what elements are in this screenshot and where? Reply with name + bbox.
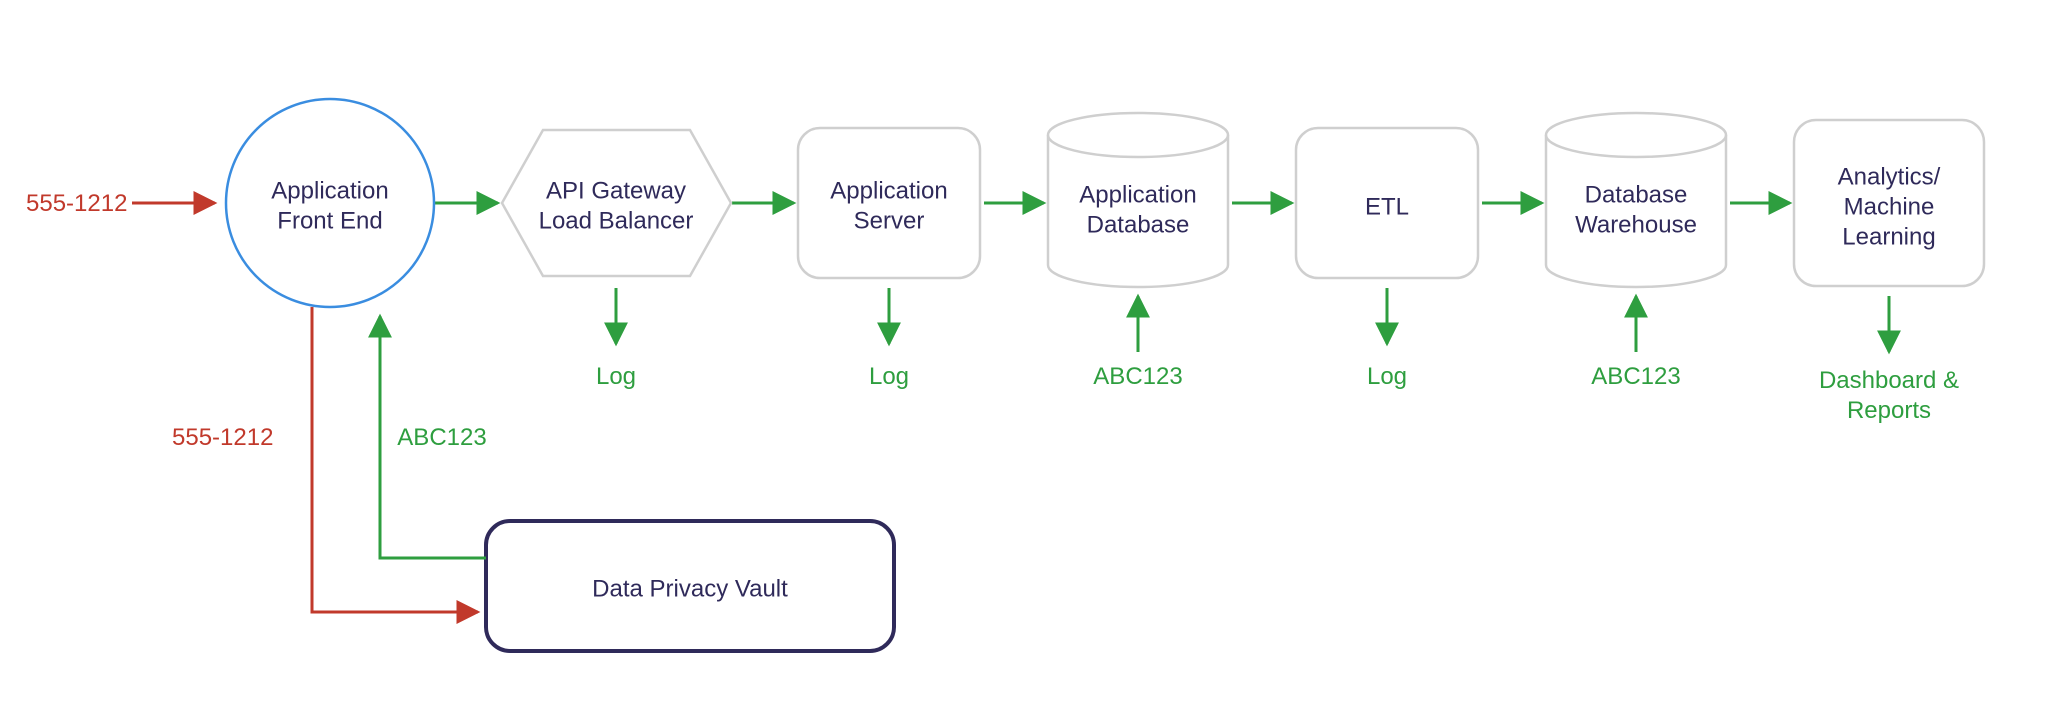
- label-vault-phone: 555-1212: [172, 424, 273, 451]
- node-gateway-label-2: Load Balancer: [539, 207, 694, 234]
- node-vault-label: Data Privacy Vault: [592, 575, 788, 602]
- node-frontend-label-2: Front End: [277, 207, 382, 234]
- node-analytics-label-3: Learning: [1842, 223, 1935, 250]
- node-analytics-label-1: Analytics/: [1838, 163, 1941, 190]
- label-appdb-token: ABC123: [1093, 363, 1182, 390]
- label-dashboard-2: Reports: [1847, 397, 1931, 424]
- label-etl-log: Log: [1367, 363, 1407, 390]
- label-gateway-log: Log: [596, 363, 636, 390]
- node-etl-label-1: ETL: [1365, 193, 1409, 220]
- label-appserver-log: Log: [869, 363, 909, 390]
- node-appserver-label-1: Application: [830, 177, 947, 204]
- input-pii-label: 555-1212: [26, 190, 127, 217]
- flow-frontend-to-vault: [312, 307, 478, 612]
- node-appdb-label-1: Application: [1079, 181, 1196, 208]
- node-appserver-label-2: Server: [854, 207, 925, 234]
- label-dw-token: ABC123: [1591, 363, 1680, 390]
- label-dashboard-1: Dashboard &: [1819, 367, 1959, 394]
- node-dw-label-2: Warehouse: [1575, 211, 1697, 238]
- architecture-diagram: 555-1212 Application Front End API Gatew…: [0, 0, 2048, 719]
- node-analytics-label-2: Machine: [1844, 193, 1935, 220]
- node-dw-label-1: Database: [1585, 181, 1688, 208]
- label-vault-token: ABC123: [397, 424, 486, 451]
- node-gateway-label-1: API Gateway: [546, 177, 686, 204]
- node-appdb-label-2: Database: [1087, 211, 1190, 238]
- node-frontend-label-1: Application: [271, 177, 388, 204]
